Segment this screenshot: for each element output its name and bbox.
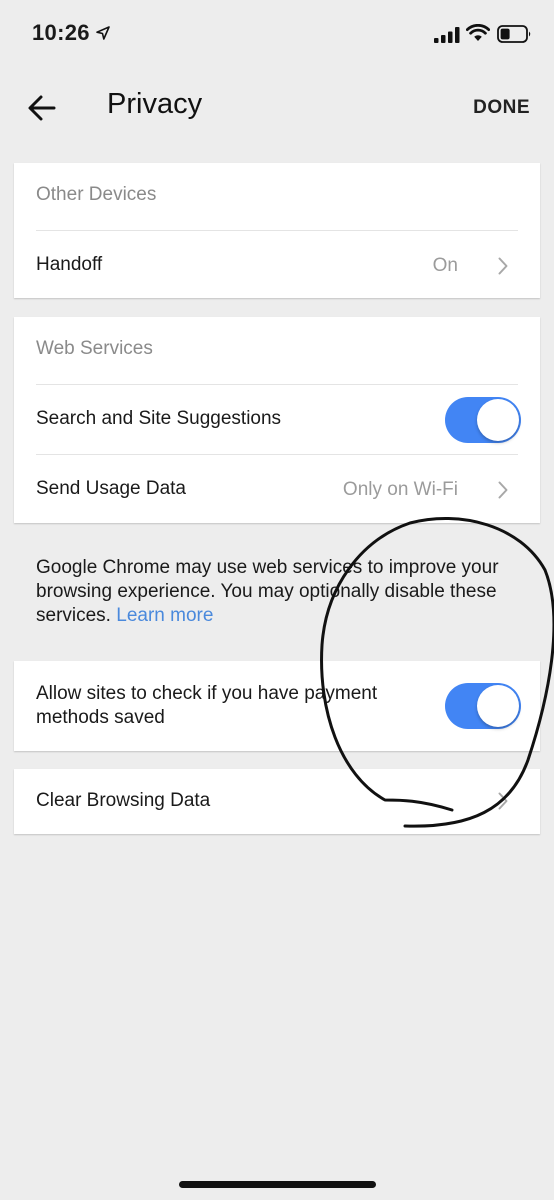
description-text: Google Chrome may use web services to im…	[36, 557, 499, 626]
home-indicator	[179, 1181, 376, 1188]
search-suggestions-row: Search and Site Suggestions	[14, 385, 540, 454]
done-button[interactable]: DONE	[473, 97, 530, 119]
handoff-row[interactable]: Handoff On	[14, 231, 540, 298]
payment-methods-label: Allow sites to check if you have payment…	[36, 683, 378, 728]
payment-methods-card: Allow sites to check if you have payment…	[14, 661, 540, 751]
send-usage-data-value: Only on Wi-Fi	[342, 479, 458, 500]
toggle-knob	[477, 685, 519, 727]
status-time: 10:26	[32, 20, 90, 45]
other-devices-card: Other Devices Handoff On	[14, 163, 540, 298]
battery-icon	[497, 25, 531, 43]
page-title: Privacy	[107, 88, 203, 120]
cellular-signal-icon	[434, 27, 460, 43]
web-services-description: Google Chrome may use web services to im…	[36, 556, 516, 628]
send-usage-data-label: Send Usage Data	[36, 478, 186, 499]
wifi-icon	[466, 24, 490, 41]
chevron-right-icon	[498, 481, 508, 499]
search-suggestions-label: Search and Site Suggestions	[36, 408, 282, 429]
search-suggestions-toggle[interactable]	[445, 397, 521, 443]
location-arrow-icon	[96, 26, 110, 40]
send-usage-data-row[interactable]: Send Usage Data Only on Wi-Fi	[14, 455, 540, 523]
web-services-card: Web Services Search and Site Suggestions…	[14, 317, 540, 523]
clear-browsing-data-label: Clear Browsing Data	[36, 790, 211, 811]
chevron-right-icon	[498, 792, 508, 810]
status-bar: 10:26	[0, 0, 554, 70]
clear-browsing-data-row[interactable]: Clear Browsing Data	[14, 769, 540, 834]
chevron-right-icon	[498, 257, 508, 275]
payment-methods-toggle[interactable]	[445, 683, 521, 729]
section-header-web-services: Web Services	[36, 338, 153, 359]
learn-more-link[interactable]: Learn more	[116, 605, 213, 626]
handoff-label: Handoff	[36, 254, 103, 275]
section-header-other-devices: Other Devices	[36, 184, 157, 205]
back-arrow-icon[interactable]	[26, 92, 58, 124]
toggle-knob	[477, 399, 519, 441]
handoff-value: On	[432, 255, 458, 276]
